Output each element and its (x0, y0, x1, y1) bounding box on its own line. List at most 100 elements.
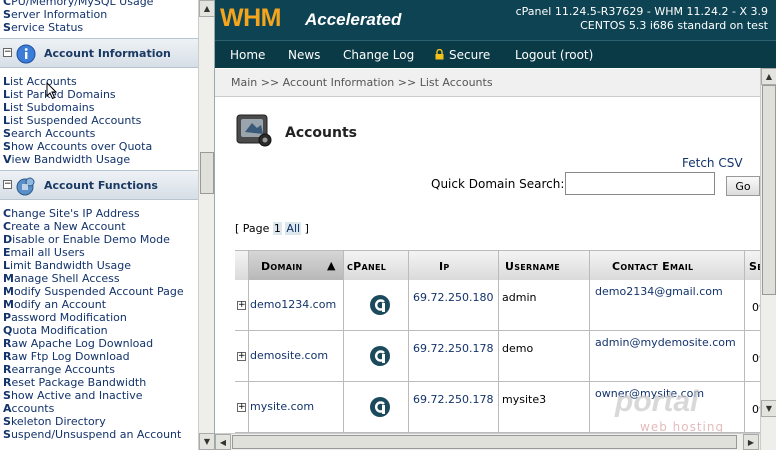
pager-open: [ Page (235, 222, 270, 235)
header-label: Contact Email (612, 260, 694, 273)
nav-link-show-accounts-over-quota[interactable]: Show Accounts over Quota (3, 140, 152, 153)
header-label: Username (505, 260, 561, 273)
scroll-down-button[interactable]: ▼ (199, 433, 214, 450)
contact-email-link[interactable]: admin@mydemosite.com (595, 336, 736, 349)
account-functions-icon (16, 177, 35, 196)
left-nav: CPU/Memory/MySQL Usage Server Informatio… (0, 0, 198, 450)
breadcrumb-text: Main >> Account Information >> List Acco… (231, 76, 493, 89)
scroll-thumb[interactable] (762, 85, 776, 295)
domain-link[interactable]: demosite.com (250, 349, 328, 362)
nav-link-search-accounts[interactable]: Search Accounts (3, 127, 95, 140)
scroll-up-button[interactable]: ▲ (199, 0, 214, 17)
header: WHM Accelerated cPanel 11.24.5-R37629 - … (215, 0, 776, 40)
section-header-account-functions[interactable]: − Account Functions (0, 170, 198, 200)
top-nav: Home News Change Log Secure Logout (root… (215, 40, 776, 68)
nav-link-modify-account[interactable]: Modify an Account (3, 298, 106, 311)
horizontal-scrollbar[interactable]: ◀ ▶ (215, 433, 760, 450)
table-header-cpanel[interactable]: cPanel (344, 250, 409, 280)
nav-link-reset-package-bandwidth[interactable]: Reset Package Bandwidth (3, 376, 146, 389)
nav-logout[interactable]: Logout (root) (515, 48, 593, 62)
nav-link-rearrange-accounts[interactable]: Rearrange Accounts (3, 363, 115, 376)
table-header-expand (235, 250, 249, 280)
section-title: Account Information (44, 47, 171, 60)
scroll-down-button[interactable]: ▼ (761, 400, 776, 417)
domain-link[interactable]: mysite.com (250, 400, 314, 413)
ip-link[interactable]: 69.72.250.180 (413, 291, 493, 304)
nav-link-list-parked-domains[interactable]: List Parked Domains (3, 88, 116, 101)
nav-link-suspend-unsuspend[interactable]: Suspend/Unsuspend an Account (3, 428, 181, 441)
nav-link-limit-bandwidth[interactable]: Limit Bandwidth Usage (3, 259, 131, 272)
pager-all[interactable]: All (285, 222, 302, 235)
whm-logo-accelerated: Accelerated (305, 10, 402, 29)
nav-link-list-subdomains[interactable]: List Subdomains (3, 101, 94, 114)
scroll-thumb[interactable] (232, 435, 737, 449)
nav-link-view-bandwidth-usage[interactable]: View Bandwidth Usage (3, 153, 130, 166)
cpanel-icon[interactable] (369, 345, 391, 367)
username: mysite3 (502, 393, 547, 406)
watermark-text: portal (615, 385, 699, 418)
nav-link-quota-modification[interactable]: Quota Modification (3, 324, 108, 337)
lock-icon (435, 49, 444, 60)
nav-link-modify-suspended-page[interactable]: Modify Suspended Account Page (3, 285, 184, 298)
contact-email-link[interactable]: demo2134@gmail.com (595, 285, 723, 298)
pager-close: ] (304, 222, 309, 235)
nav-link-raw-apache-log[interactable]: Raw Apache Log Download (3, 337, 153, 350)
nav-link-raw-ftp-log[interactable]: Raw Ftp Log Download (3, 350, 130, 363)
sort-ascending-icon: ▲ (327, 259, 336, 272)
nav-home[interactable]: Home (230, 48, 265, 62)
nav-link-create-account[interactable]: Create a New Account (3, 220, 126, 233)
username: admin (502, 291, 537, 304)
table-header-username[interactable]: Username (499, 250, 590, 280)
nav-link-email-all-users[interactable]: Email all Users (3, 246, 85, 259)
nav-secure[interactable]: Secure (435, 48, 490, 62)
pager: [ Page 1 All ] (235, 222, 309, 235)
fetch-csv-link[interactable]: Fetch CSV (682, 156, 743, 170)
nav-link-change-ip[interactable]: Change Site's IP Address (3, 207, 140, 220)
quick-domain-search-input[interactable] (565, 172, 715, 195)
nav-change-log[interactable]: Change Log (343, 48, 414, 62)
nav-link-show-active-inactive[interactable]: Show Active and Inactive (3, 389, 143, 402)
domain-link[interactable]: demo1234.com (250, 298, 336, 311)
accounts-icon (236, 114, 272, 147)
whm-logo: WHM (220, 4, 281, 32)
nav-link-demo-mode[interactable]: Disable or Enable Demo Mode (3, 233, 170, 246)
table-header-domain[interactable]: Domain ▲ (249, 250, 344, 280)
scroll-thumb[interactable] (200, 152, 214, 194)
table-header-ip[interactable]: Ip (409, 250, 499, 280)
nav-link-service-status[interactable]: Service Status (3, 21, 83, 34)
table-header-contact-email[interactable]: Contact Email (590, 250, 745, 280)
nav-link-server-information[interactable]: Server Information (3, 8, 107, 21)
go-button[interactable]: Go (726, 176, 760, 196)
nav-link-skeleton-directory[interactable]: Skeleton Directory (3, 415, 106, 428)
pager-page-1[interactable]: 1 (272, 222, 282, 235)
table-row: + demo1234.com 69.72.250.180 admin demo2… (235, 280, 776, 331)
nav-link-cpu-usage[interactable]: CPU/Memory/MySQL Usage (3, 0, 153, 8)
section-header-account-information[interactable]: − Account Information (0, 38, 198, 68)
header-label: cPanel (347, 260, 387, 273)
right-frame: WHM Accelerated cPanel 11.24.5-R37629 - … (215, 0, 776, 450)
scroll-left-button[interactable]: ◀ (215, 434, 231, 450)
scroll-right-button[interactable]: ▶ (743, 434, 759, 450)
nav-link-list-suspended-accounts[interactable]: List Suspended Accounts (3, 114, 141, 127)
username: demo (502, 342, 534, 355)
left-frame: CPU/Memory/MySQL Usage Server Informatio… (0, 0, 215, 450)
breadcrumb: Main >> Account Information >> List Acco… (215, 69, 776, 97)
left-scrollbar[interactable]: ▲ ▼ (198, 0, 214, 450)
ip-link[interactable]: 69.72.250.178 (413, 342, 493, 355)
quick-domain-search-label: Quick Domain Search: (431, 177, 565, 191)
table-row: + demosite.com 69.72.250.178 demo admin@… (235, 331, 776, 382)
nav-news[interactable]: News (288, 48, 320, 62)
right-scrollbar[interactable]: ▲ ▼ (760, 68, 776, 450)
nav-link-list-accounts[interactable]: List Accounts (3, 75, 77, 88)
nav-link-password-modification[interactable]: Password Modification (3, 311, 127, 324)
cpanel-icon[interactable] (369, 396, 391, 418)
section-title: Account Functions (44, 179, 158, 192)
ip-link[interactable]: 69.72.250.178 (413, 393, 493, 406)
nav-link-manage-shell[interactable]: Manage Shell Access (3, 272, 120, 285)
scroll-up-button[interactable]: ▲ (761, 68, 776, 85)
cpanel-icon[interactable] (369, 294, 391, 316)
page-title: Accounts (285, 125, 358, 141)
nav-link-show-active-inactive-cont[interactable]: Accounts (3, 402, 54, 415)
collapse-icon[interactable]: − (3, 180, 12, 189)
collapse-icon[interactable]: − (3, 48, 12, 57)
